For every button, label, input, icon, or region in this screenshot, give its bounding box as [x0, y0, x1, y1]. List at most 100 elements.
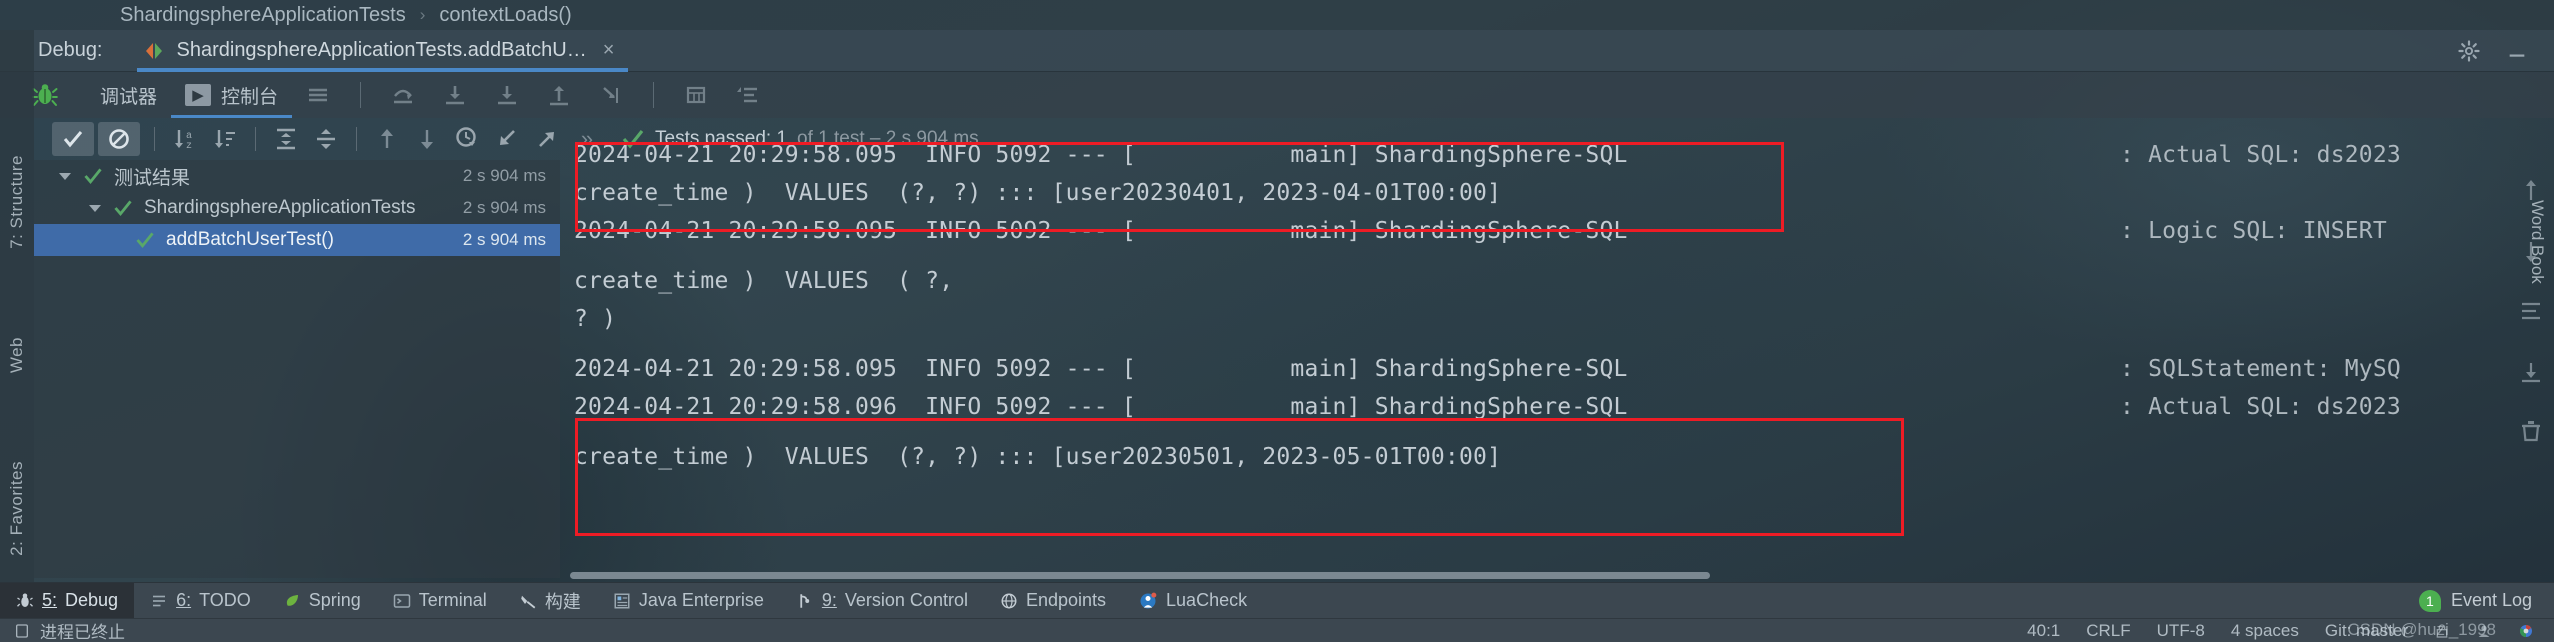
sidebar-item-web[interactable]: Web [7, 337, 27, 373]
tree-row-duration: 2 s 904 ms [462, 166, 546, 185]
tool-window-version-control[interactable]: 9: Version Control [780, 583, 984, 619]
toolbar-divider [356, 127, 357, 151]
tool-window-spring[interactable]: Spring [267, 583, 377, 619]
test-results-tree[interactable]: 测试结果 2 s 904 ms ShardingsphereApplicatio… [34, 160, 560, 578]
debug-run-config-icon [145, 42, 162, 59]
tool-window-label: TODO [199, 590, 251, 610]
tree-row-label: addBatchUserTest() [166, 229, 334, 250]
event-log-badge: 1 [2418, 589, 2441, 612]
status-bar-left: 进程已终止 [0, 618, 125, 642]
collapse-all-icon[interactable] [306, 122, 346, 156]
show-ignored-icon[interactable] [98, 122, 140, 156]
tool-window-debug[interactable]: 5: Debug [0, 582, 135, 619]
tree-row-label: 测试结果 [114, 167, 191, 189]
tree-row-duration: 2 s 904 ms [462, 198, 546, 217]
tab-debugger-label: 调试器 [100, 86, 158, 108]
console-line-tail: : SQLStatement: MySQ [2120, 356, 2401, 382]
inspector-icon[interactable] [2476, 623, 2492, 639]
lock-icon[interactable] [2434, 623, 2450, 639]
history-icon[interactable] [447, 122, 487, 156]
tool-window-java-enterprise[interactable]: Java Enterprise [597, 583, 780, 619]
tool-window-label: Endpoints [1025, 590, 1107, 610]
checkmark-icon [84, 168, 102, 185]
tool-window-bar-right: 1 Event Log [2418, 589, 2554, 612]
force-step-into-icon[interactable] [494, 83, 520, 107]
next-failed-icon[interactable] [407, 122, 447, 156]
tool-window-label: LuaCheck [1166, 590, 1248, 610]
tool-window-number: 6: [176, 590, 192, 610]
endpoints-globe-icon [1001, 593, 1017, 608]
tool-window-build[interactable]: 构建 [503, 583, 597, 619]
breadcrumb-separator-icon: › [419, 5, 426, 24]
tab-debugger[interactable]: 调试器 [86, 72, 171, 118]
breadcrumb-item-class[interactable]: ShardingsphereApplicationTests [120, 4, 406, 27]
console-line: create_time ) VALUES (?, ?) ::: [user202… [574, 180, 1502, 206]
checkmark-icon [114, 200, 132, 217]
step-into-icon[interactable] [442, 83, 468, 107]
run-to-cursor-icon[interactable] [598, 83, 624, 107]
breadcrumb-item-method[interactable]: contextLoads() [439, 4, 571, 27]
tool-window-label: Version Control [844, 590, 968, 610]
sidebar-item-favorites[interactable]: 2: Favorites [7, 461, 27, 556]
debug-session-tab[interactable]: ShardingsphereApplicationTests.addBatchU… [136, 30, 629, 72]
console-output[interactable]: 2024-04-21 20:29:58.095 INFO 5092 --- [ … [560, 142, 2554, 568]
prev-failed-icon[interactable] [367, 122, 407, 156]
sort-lines-icon[interactable] [735, 83, 761, 107]
browser-icon[interactable] [2518, 623, 2534, 639]
sort-alphabetically-icon[interactable]: a z [165, 122, 205, 156]
checkmark-icon [136, 232, 154, 249]
chevron-down-icon[interactable] [86, 199, 104, 217]
tree-row-label: ShardingsphereApplicationTests [144, 197, 416, 218]
tree-row[interactable]: addBatchUserTest() 2 s 904 ms [34, 224, 560, 256]
tree-row[interactable]: 测试结果 2 s 904 ms [34, 160, 560, 192]
caret-position[interactable]: 40:1 [2027, 621, 2060, 641]
terminal-icon [393, 593, 411, 608]
tool-window-label: Spring [308, 590, 361, 610]
gear-icon[interactable] [2458, 39, 2480, 62]
tool-window-label: 构建 [544, 591, 581, 612]
event-log-button[interactable]: 1 Event Log [2418, 589, 2532, 612]
line-separator[interactable]: CRLF [2086, 621, 2130, 641]
scrollbar-thumb[interactable] [570, 572, 1710, 579]
tool-window-number: 9: [821, 590, 837, 610]
tool-window-label: Debug [65, 590, 119, 610]
show-passed-icon[interactable] [52, 122, 94, 156]
debug-icon [17, 593, 33, 607]
console-line-tail: : Actual SQL: ds2023 [2120, 142, 2401, 168]
tool-window-luacheck[interactable]: LuaCheck [1122, 583, 1263, 619]
active-tab-underline [136, 67, 629, 72]
tool-window-endpoints[interactable]: Endpoints [984, 583, 1122, 619]
console-horizontal-scrollbar[interactable] [560, 568, 2554, 582]
tab-console[interactable]: ▶ 控制台 [171, 72, 293, 118]
expand-all-icon[interactable] [266, 122, 306, 156]
tree-row[interactable]: ShardingsphereApplicationTests 2 s 904 m… [34, 192, 560, 224]
debug-session-tab-label: ShardingsphereApplicationTests.addBatchU… [176, 39, 587, 61]
sidebar-item-structure[interactable]: 7: Structure [7, 155, 27, 249]
console-line: create_time ) VALUES (?, ?) ::: [user202… [574, 444, 1502, 470]
tool-window-terminal[interactable]: Terminal [377, 583, 503, 619]
tool-window-label: Terminal [418, 590, 487, 610]
table-icon[interactable] [683, 83, 709, 107]
toolbar-divider [255, 127, 256, 151]
minimize-icon[interactable] [2506, 40, 2528, 62]
bug-icon [32, 84, 58, 106]
tab-console-label: 控制台 [221, 86, 279, 108]
console-line: 2024-04-21 20:29:58.095 INFO 5092 --- [ … [574, 356, 1628, 382]
git-branch[interactable]: Git: master [2325, 621, 2408, 641]
step-over-icon[interactable] [390, 83, 416, 107]
svg-text:z: z [186, 141, 192, 152]
sidebar-item-word-book[interactable]: Word Book [2527, 200, 2547, 284]
todo-icon [153, 595, 166, 606]
import-results-icon[interactable] [487, 122, 527, 156]
right-tool-rail: Word Book [2520, 200, 2554, 430]
toolbar-divider [360, 82, 362, 108]
close-icon[interactable]: × [603, 39, 615, 62]
tool-window-todo[interactable]: 6: TODO [134, 583, 267, 619]
file-encoding[interactable]: UTF-8 [2157, 621, 2205, 641]
sort-by-duration-icon[interactable] [205, 122, 245, 156]
menu-lines-icon[interactable] [305, 83, 331, 107]
indent-setting[interactable]: 4 spaces [2231, 621, 2299, 641]
debug-header-actions [2458, 39, 2554, 62]
chevron-down-icon[interactable] [56, 167, 74, 185]
step-out-icon[interactable] [546, 83, 572, 107]
